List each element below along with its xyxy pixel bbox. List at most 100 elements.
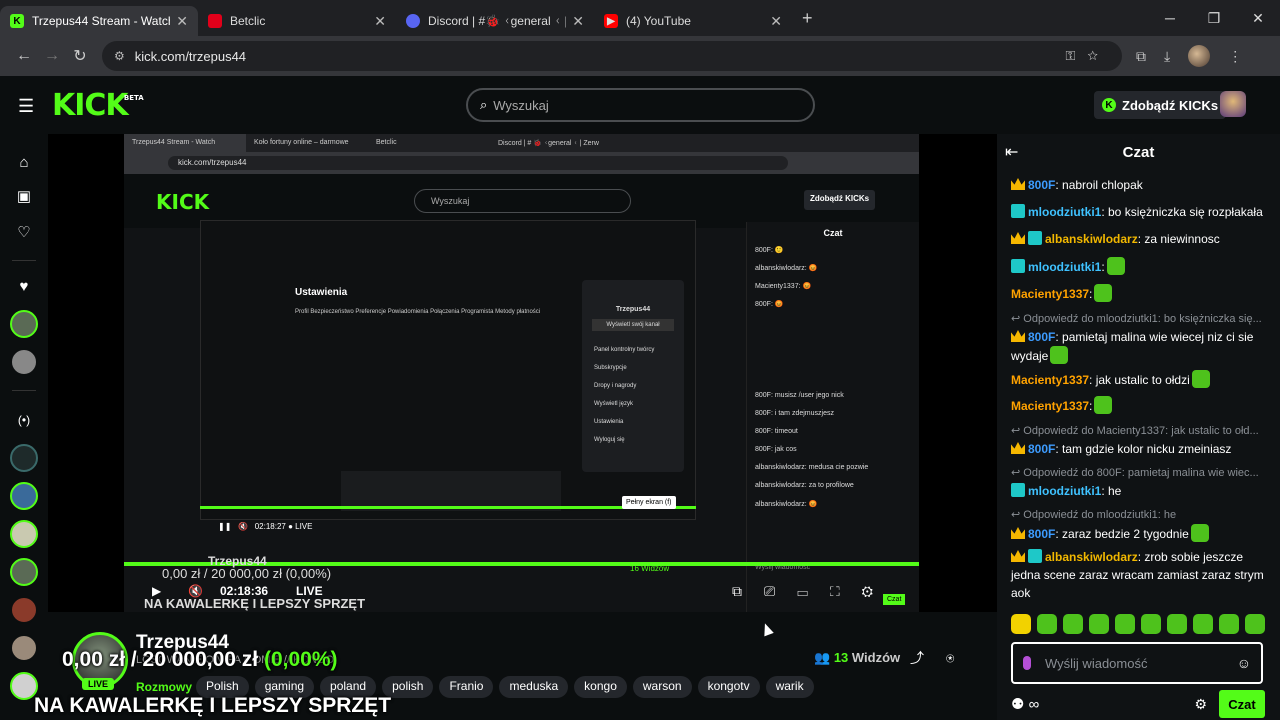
chat-panel: ⇤ Czat 800F: nabroil chlopak mloodziutki… xyxy=(997,134,1280,720)
menu-icon[interactable]: ⋮ xyxy=(1228,48,1242,65)
emote-icon[interactable] xyxy=(1245,614,1265,634)
site-info-icon[interactable]: ⚙ xyxy=(114,49,125,63)
chat-username[interactable]: 800F xyxy=(1028,527,1055,541)
live-badge: LIVE xyxy=(82,678,115,690)
home-icon[interactable]: ⌂ xyxy=(12,150,36,174)
browser-tab-kick[interactable]: K Trzepus44 Stream - Watch Live ✕ xyxy=(0,6,198,36)
sidebar-channel-avatar[interactable] xyxy=(10,444,38,472)
browser-tab-youtube[interactable]: ▶ (4) YouTube ✕ xyxy=(594,6,792,36)
reload-icon[interactable]: ↻ xyxy=(66,46,94,66)
close-icon[interactable]: ✕ xyxy=(374,13,386,30)
tag[interactable]: Franio xyxy=(439,676,494,698)
settings-icon[interactable]: ⚙ xyxy=(862,583,895,599)
chat-username[interactable]: mloodziutki1 xyxy=(1028,205,1101,219)
emote-icon[interactable] xyxy=(1063,614,1083,634)
back-icon[interactable]: ← xyxy=(10,47,38,65)
chat-username[interactable]: 800F xyxy=(1028,442,1055,456)
follow-user-icon[interactable]: ⍟ xyxy=(946,650,976,666)
reply-context: ↩ Odpowiedź do mloodziutki1: bo księżnic… xyxy=(1011,313,1262,325)
emote-icon[interactable] xyxy=(1219,614,1239,634)
browser-tab-discord[interactable]: Discord | #🐞 ᚲgeneral ᚲ | Zerwa ✕ xyxy=(396,6,594,36)
following-icon[interactable]: ♡ xyxy=(12,220,36,244)
close-window-icon[interactable]: ✕ xyxy=(1236,0,1280,36)
logo-beta: BETA xyxy=(123,94,144,102)
viewers-number: 13 xyxy=(833,650,849,665)
chat-username[interactable]: Macienty1337 xyxy=(1011,373,1089,387)
captured-chat-line: 800F: 🙂 xyxy=(755,247,784,254)
emote-icon[interactable] xyxy=(1115,614,1135,634)
sidebar-channel-avatar[interactable] xyxy=(10,520,38,548)
chat-send-button[interactable]: Czat xyxy=(1219,690,1265,718)
chat-username[interactable]: Macienty1337 xyxy=(1011,399,1089,413)
sidebar-channel-avatar[interactable] xyxy=(10,310,38,338)
chat-message-input[interactable]: Wyślij wiadomość ☺ xyxy=(1011,642,1263,684)
logo-text: KICK xyxy=(52,88,129,123)
channel-points-icon[interactable]: ⚉ ∞ xyxy=(1011,695,1039,713)
emote-icon[interactable] xyxy=(1037,614,1057,634)
chat-text: : nabroil chlopak xyxy=(1055,178,1143,192)
live-broadcast-icon[interactable]: (•) xyxy=(12,408,36,432)
chat-username[interactable]: 800F xyxy=(1028,330,1055,344)
chat-username[interactable]: albanskiwlodarz xyxy=(1045,232,1138,246)
sidebar-channel-avatar[interactable] xyxy=(10,482,38,510)
emoji-icon[interactable]: ☺ xyxy=(1237,655,1251,671)
chat-settings-icon[interactable]: ⚙ xyxy=(1194,696,1207,713)
profile-avatar[interactable] xyxy=(1188,45,1211,67)
captured-settings-title: Ustawienia xyxy=(295,287,348,298)
chat-username[interactable]: mloodziutki1 xyxy=(1028,484,1101,498)
tag[interactable]: meduska xyxy=(499,676,569,698)
chat-username[interactable]: 800F xyxy=(1028,178,1055,192)
fullscreen-icon[interactable]: ⛶ xyxy=(830,583,862,599)
user-avatar[interactable] xyxy=(1220,91,1246,117)
donation-goal-overlay: 0,00 zł / 20 000,00 zł (0,00%) xyxy=(62,648,338,672)
emote-icon[interactable] xyxy=(1011,614,1031,634)
tag[interactable]: warson xyxy=(632,676,692,698)
search-input[interactable]: ⌕ Wyszukaj xyxy=(466,88,815,122)
browser-tab-betclic[interactable]: Betclic ✕ xyxy=(198,6,396,36)
chat-username[interactable]: mloodziutki1 xyxy=(1028,260,1101,274)
download-icon[interactable]: ⤓ xyxy=(1164,48,1170,65)
extensions-icon[interactable]: ⧉ xyxy=(1136,48,1146,65)
emote-icon[interactable] xyxy=(1193,614,1213,634)
sidebar-channel-avatar[interactable] xyxy=(10,634,38,662)
emote-icon[interactable] xyxy=(1141,614,1161,634)
left-sidebar: ⌂ ▣ ♡ ♥ (•) xyxy=(0,134,48,720)
key-icon[interactable]: ⚿ xyxy=(1065,48,1087,63)
close-icon[interactable]: ✕ xyxy=(770,13,782,30)
close-icon[interactable]: ✕ xyxy=(572,13,584,30)
browser-tools: ⧉ ⤓ ⋮ xyxy=(1136,45,1242,67)
pip-icon[interactable]: ⧉ xyxy=(732,583,764,599)
play-button[interactable]: ▶ xyxy=(152,584,161,598)
chat-username[interactable]: Macienty1337 xyxy=(1011,287,1089,301)
heart-icon[interactable]: ♥ xyxy=(12,274,36,298)
close-icon[interactable]: ✕ xyxy=(176,13,188,30)
theater-icon[interactable]: ▭ xyxy=(797,583,830,599)
emote-icon[interactable] xyxy=(1167,614,1187,634)
new-tab-button[interactable]: + xyxy=(802,8,813,29)
get-kicks-button[interactable]: K Zdobądź KICKs xyxy=(1094,91,1227,119)
clip-icon[interactable]: ⎚ xyxy=(764,583,797,599)
tag[interactable]: kongotv xyxy=(697,676,760,698)
forward-icon[interactable]: → xyxy=(38,47,66,65)
browse-icon[interactable]: ▣ xyxy=(12,184,36,208)
maximize-icon[interactable]: ❐ xyxy=(1192,0,1236,36)
share-icon[interactable]: ⤴ xyxy=(910,650,946,666)
mute-icon[interactable]: 🔇 xyxy=(188,584,203,598)
sidebar-channel-avatar[interactable] xyxy=(10,558,38,586)
kick-logo[interactable]: KICK BETA xyxy=(52,88,144,123)
address-bar[interactable]: ⚙ kick.com/trzepus44 ⚿☆ xyxy=(102,41,1122,71)
minimize-icon[interactable]: ─ xyxy=(1148,0,1192,36)
betclic-icon xyxy=(208,14,222,28)
tag[interactable]: kongo xyxy=(574,676,627,698)
captured-menu-item: Wyloguj się xyxy=(594,437,625,443)
emote-icon[interactable] xyxy=(1089,614,1109,634)
tag[interactable]: warik xyxy=(765,676,814,698)
chat-username[interactable]: albanskiwlodarz xyxy=(1045,550,1138,564)
video-player[interactable]: Trzepus44 Stream - Watch Koło fortuny on… xyxy=(48,134,997,612)
microphone-icon[interactable] xyxy=(1023,656,1031,670)
stream-category[interactable]: Rozmowy xyxy=(136,680,192,694)
sidebar-channel-avatar[interactable] xyxy=(10,348,38,376)
star-icon[interactable]: ☆ xyxy=(1087,48,1110,63)
hamburger-icon[interactable]: ☰ xyxy=(18,96,34,117)
sidebar-channel-avatar[interactable] xyxy=(10,596,38,624)
